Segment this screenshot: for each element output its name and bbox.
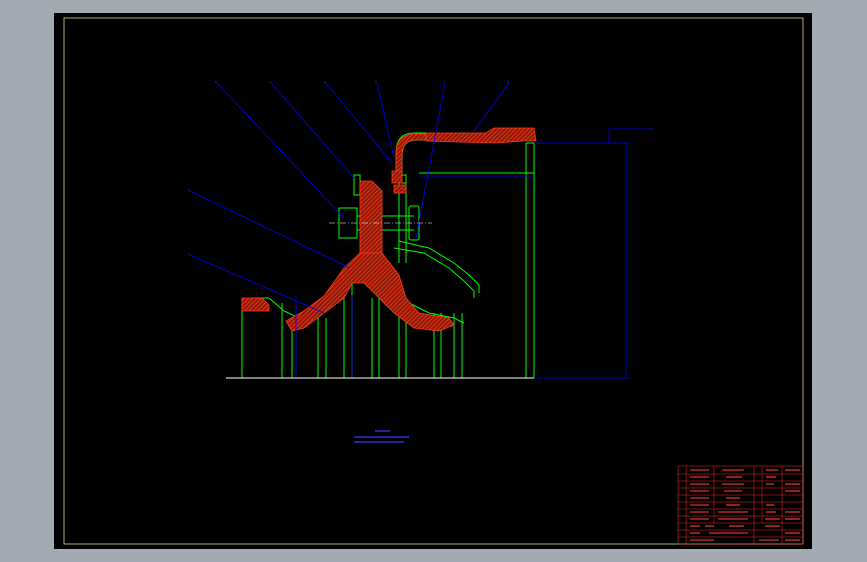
technical-notes (354, 430, 409, 443)
balloon-2: 2 (188, 188, 190, 192)
part-outlines (241, 132, 535, 378)
drawing-sheet: 8 4 6 5 7 9 2 1 (54, 13, 812, 549)
title-block-text (690, 469, 800, 541)
balloon-5: 5 (375, 80, 377, 84)
drawing-border (63, 17, 804, 545)
balloon-9: 9 (507, 80, 509, 84)
balloon-8: 8 (215, 80, 217, 84)
balloon-1: 1 (188, 252, 190, 256)
balloon-labels: 8 4 6 5 7 9 2 1 (188, 80, 509, 256)
balloon-6: 6 (324, 80, 326, 84)
leader-lines (189, 82, 654, 379)
assembly-drawing: 8 4 6 5 7 9 2 1 (63, 17, 804, 545)
balloon-7: 7 (443, 80, 445, 84)
balloon-4: 4 (269, 80, 271, 84)
